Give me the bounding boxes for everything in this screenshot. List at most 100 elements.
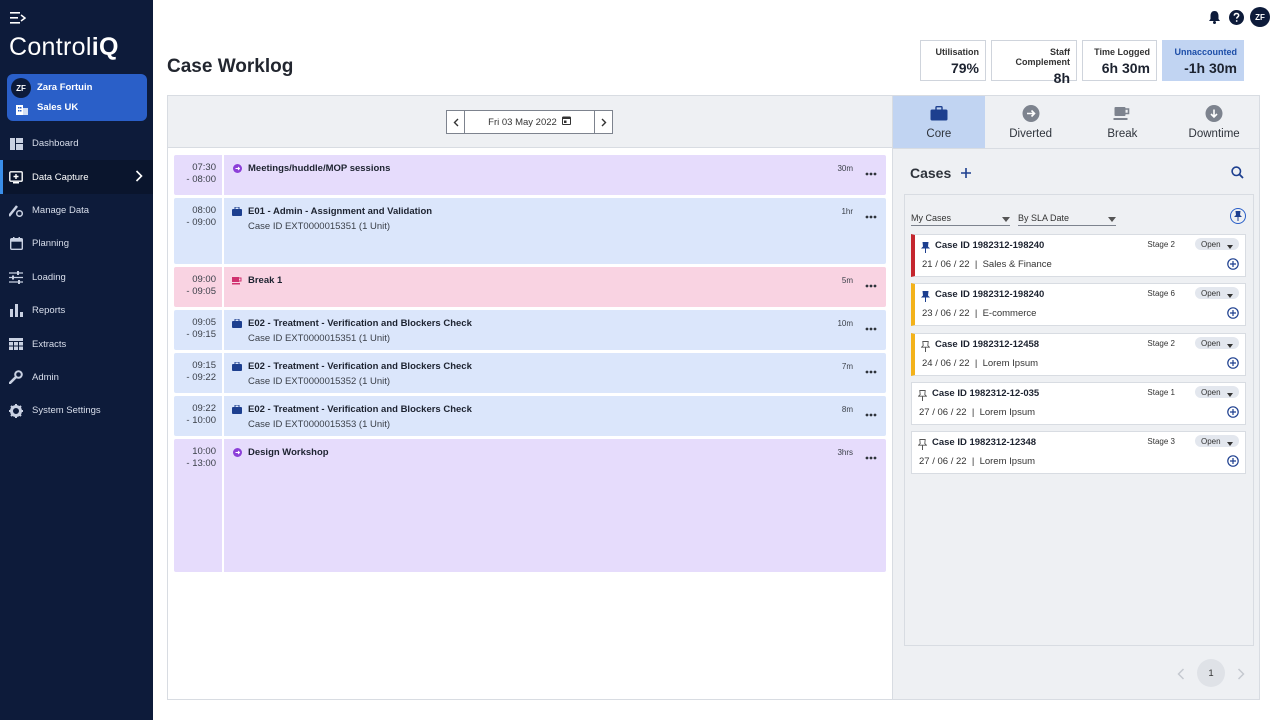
worklog-entry[interactable]: 09:05- 09:15 E02 - Treatment - Verificat… (174, 310, 886, 350)
pin-outline-icon[interactable] (920, 339, 932, 352)
nav-item-data-capture[interactable]: Data Capture (0, 160, 153, 194)
gear-icon (9, 403, 23, 418)
sort-filter-select[interactable]: By SLA Date (1018, 209, 1116, 226)
more-options-icon[interactable] (865, 318, 879, 331)
worklog-entry[interactable]: 09:22- 10:00 E02 - Treatment - Verificat… (174, 396, 886, 436)
calendar-icon (9, 237, 23, 251)
tab-downtime[interactable]: Downtime (1168, 96, 1260, 148)
case-card[interactable]: Case ID 1982312-198240 Stage 6 Open 23 /… (911, 283, 1246, 327)
more-options-icon[interactable] (865, 447, 879, 460)
user-name: Zara Fortuin (37, 82, 93, 93)
user-card[interactable]: ZF Zara Fortuin Sales UK (7, 74, 147, 121)
worklog-entry[interactable]: 10:00- 13:00 Design Workshop 3hrs (174, 439, 886, 572)
nav-item-loading[interactable]: Loading (0, 261, 153, 294)
pin-icon (1234, 211, 1242, 221)
table-icon (9, 337, 23, 351)
chevron-left-icon (1177, 668, 1185, 680)
help-icon[interactable] (1228, 9, 1244, 25)
worklog-entry[interactable]: 09:15- 09:22 E02 - Treatment - Verificat… (174, 353, 886, 393)
case-status-dropdown[interactable]: Open (1195, 435, 1239, 448)
more-options-icon[interactable] (865, 404, 879, 417)
page-title: Case Worklog (167, 56, 294, 77)
entry-time: 09:15- 09:22 (174, 353, 224, 393)
nav-item-admin[interactable]: Admin (0, 361, 153, 394)
more-options-icon[interactable] (865, 361, 879, 374)
case-id: Case ID 1982312-12-035 (932, 387, 1040, 399)
add-circle-icon[interactable] (1227, 306, 1239, 320)
case-card[interactable]: Case ID 1982312-12348 Stage 3 Open 27 / … (911, 431, 1246, 475)
briefcase-icon (232, 207, 242, 217)
entry-title: E02 - Treatment - Verification and Block… (248, 361, 472, 372)
case-stage: Stage 2 (1147, 240, 1175, 249)
activity-tabs: Core Diverted Break Downtime (893, 96, 1260, 149)
entry-duration: 5m (841, 276, 853, 285)
menu-collapse-icon[interactable] (10, 11, 27, 25)
entry-time: 09:05- 09:15 (174, 310, 224, 350)
wrench-icon (9, 370, 23, 385)
entry-case-id: Case ID EXT0000015351 (1 Unit) (248, 333, 391, 344)
nav-label: Loading (32, 271, 66, 283)
nav-item-planning[interactable]: Planning (0, 227, 153, 260)
nav-item-system-settings[interactable]: System Settings (0, 394, 153, 427)
case-list: Case ID 1982312-198240 Stage 2 Open 21 /… (911, 234, 1246, 480)
case-card[interactable]: Case ID 1982312-12-035 Stage 1 Open 27 /… (911, 381, 1246, 425)
page-number-button[interactable]: 1 (1197, 659, 1225, 687)
tab-diverted[interactable]: Diverted (985, 96, 1077, 148)
prev-page-button[interactable] (1177, 667, 1185, 680)
nav-item-reports[interactable]: Reports (0, 294, 153, 327)
pin-filled-icon[interactable] (921, 240, 932, 253)
nav-item-manage-data[interactable]: Manage Data (0, 194, 153, 227)
entry-title: E02 - Treatment - Verification and Block… (248, 318, 472, 329)
profile-avatar[interactable]: ZF (1250, 7, 1270, 27)
case-status-dropdown[interactable]: Open (1195, 287, 1239, 300)
owner-filter-select[interactable]: My Cases (911, 209, 1010, 226)
more-options-icon[interactable] (865, 163, 879, 176)
prev-day-button[interactable] (447, 111, 465, 133)
tab-core[interactable]: Core (893, 96, 985, 148)
case-card[interactable]: Case ID 1982312-12458 Stage 2 Open 24 / … (911, 332, 1246, 376)
next-day-button[interactable] (594, 111, 612, 133)
case-status-dropdown[interactable]: Open (1195, 238, 1239, 250)
next-page-button[interactable] (1237, 667, 1245, 680)
case-card[interactable]: Case ID 1982312-198240 Stage 2 Open 21 /… (911, 234, 1246, 277)
entry-time: 10:00- 13:00 (174, 439, 224, 572)
entry-title: E01 - Admin - Assignment and Validation (248, 206, 433, 217)
add-circle-icon[interactable] (1227, 405, 1239, 418)
date-field[interactable]: Fri 03 May 2022 (465, 111, 594, 133)
entry-duration: 30m (837, 164, 853, 173)
case-status-dropdown[interactable]: Open (1195, 385, 1239, 398)
nav-label: Reports (32, 305, 66, 317)
nav-label: Extracts (32, 338, 67, 350)
pin-filled-icon[interactable] (921, 289, 932, 303)
more-options-icon[interactable] (865, 275, 879, 288)
case-id: Case ID 1982312-198240 (935, 240, 1045, 251)
app-logo: ControliQ (9, 33, 119, 61)
worklog-entry[interactable]: 09:00- 09:05 Break 1 5m (174, 267, 886, 307)
add-circle-icon[interactable] (1227, 257, 1239, 270)
add-circle-icon[interactable] (1227, 454, 1239, 467)
bell-icon[interactable] (1206, 9, 1222, 25)
chevron-right-icon (1237, 668, 1245, 680)
arrow-down-circle-icon (1205, 105, 1223, 122)
nav-label: Admin (32, 371, 59, 383)
search-icon[interactable] (1231, 166, 1244, 179)
add-circle-icon[interactable] (1227, 356, 1239, 369)
nav-item-extracts[interactable]: Extracts (0, 327, 153, 360)
entry-duration: 7m (841, 362, 853, 371)
worklog-entry[interactable]: 08:00- 09:00 E01 - Admin - Assignment an… (174, 198, 886, 264)
pin-outline-icon[interactable] (917, 437, 929, 451)
pin-outline-icon[interactable] (917, 388, 929, 401)
chevron-right-icon (601, 118, 606, 126)
caret-down-icon (1227, 242, 1233, 249)
tab-break[interactable]: Break (1077, 96, 1169, 148)
nav-item-dashboard[interactable]: Dashboard (0, 127, 153, 160)
case-status-dropdown[interactable]: Open (1195, 336, 1239, 349)
add-case-button[interactable] (960, 166, 972, 178)
entry-duration: 1hr (841, 207, 853, 216)
briefcase-icon (232, 405, 242, 415)
coffee-icon (232, 276, 242, 286)
worklog-entry[interactable]: 07:30- 08:00 Meetings/huddle/MOP session… (174, 155, 886, 195)
pin-filter-toggle[interactable] (1230, 208, 1246, 224)
date-value: Fri 03 May 2022 (488, 116, 557, 128)
more-options-icon[interactable] (865, 206, 879, 219)
